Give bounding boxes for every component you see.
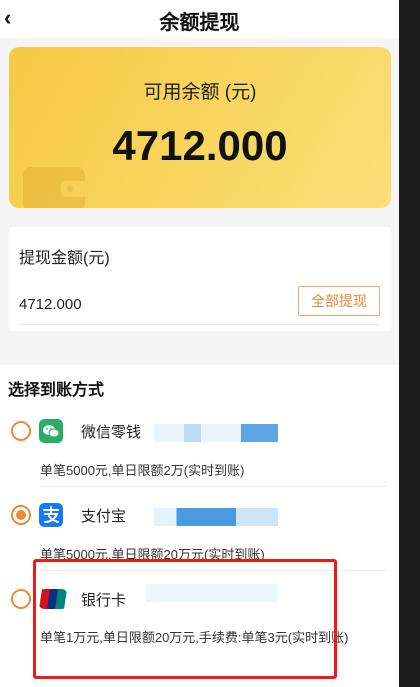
page-title: 余额提现 — [159, 12, 240, 34]
balance-card: 可用余额 (元) 4712.000 — [9, 47, 391, 208]
divider — [40, 570, 387, 571]
masked-account — [154, 508, 278, 526]
divider — [40, 486, 387, 487]
bank-card-desc: 单笔1万元,单日限额20万元,手续费:单笔3元(实时到账) — [40, 630, 349, 645]
screen-edge — [399, 0, 420, 687]
withdraw-card: 提现金额(元) 全部提现 — [9, 227, 391, 331]
withdraw-amount-input[interactable] — [19, 293, 279, 315]
divider — [19, 324, 379, 325]
payout-method-title: 选择到账方式 — [8, 382, 105, 399]
alipay-icon — [39, 503, 63, 527]
alipay-desc: 单笔5000元,单日限额20万元(实时到账) — [40, 547, 265, 562]
wechat-radio[interactable] — [11, 421, 31, 441]
masked-account — [154, 424, 278, 442]
balance-label: 可用余额 (元) — [143, 82, 257, 103]
masked-account — [146, 584, 278, 602]
alipay-radio[interactable] — [11, 505, 31, 525]
withdraw-amount-label: 提现金额(元) — [19, 250, 110, 267]
payout-method-card: 选择到账方式 微信零钱 单笔5000元,单日限额2万(实时到账) 支付宝 单笔5… — [0, 365, 399, 687]
wechat-icon — [39, 419, 63, 443]
bank-card-radio[interactable] — [11, 589, 31, 609]
wechat-name[interactable]: 微信零钱 — [81, 421, 141, 442]
wechat-desc: 单笔5000元,单日限额2万(实时到账) — [40, 463, 245, 478]
header: ‹ 余额提现 — [0, 0, 399, 38]
bank-card-name[interactable]: 银行卡 — [81, 589, 126, 610]
alipay-name[interactable]: 支付宝 — [81, 505, 126, 526]
balance-value: 4712.000 — [112, 122, 288, 169]
withdraw-all-button[interactable]: 全部提现 — [298, 286, 380, 316]
unionpay-icon — [39, 589, 67, 609]
